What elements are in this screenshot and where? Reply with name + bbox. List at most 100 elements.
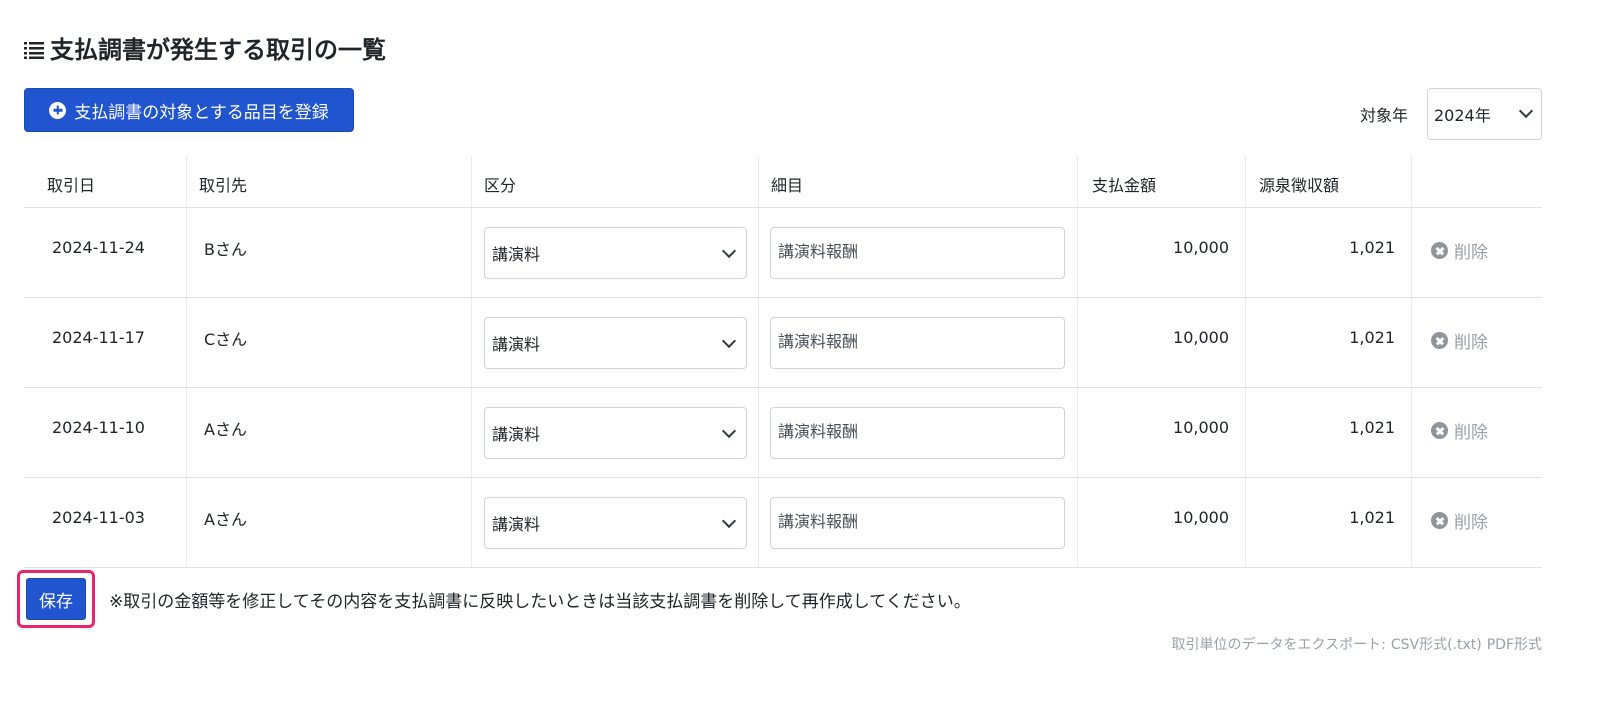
table-row: 2024-11-10 Aさん 講演料 講演料報酬 10,000 1,021 削除 xyxy=(24,388,1542,478)
export-csv-link[interactable]: CSV形式(.txt) xyxy=(1391,634,1482,654)
header-tax-label: 源泉徴収額 xyxy=(1259,176,1340,195)
row-amount: 10,000 xyxy=(1173,238,1229,257)
page-title-text: 支払調書が発生する取引の一覧 xyxy=(50,36,386,64)
export-pdf-link[interactable]: PDF形式 xyxy=(1487,634,1542,654)
row-tax: 1,021 xyxy=(1349,328,1395,347)
delete-button-label: 削除 xyxy=(1454,333,1488,353)
cell-amount: 10,000 xyxy=(1078,478,1246,567)
cell-partner: Aさん xyxy=(187,478,472,567)
kubun-select-value: 講演料 xyxy=(492,515,541,534)
cell-delete: 削除 xyxy=(1412,298,1542,387)
row-partner: Cさん xyxy=(204,330,248,349)
cell-kubun: 講演料 xyxy=(472,388,759,477)
row-tax: 1,021 xyxy=(1349,418,1395,437)
row-amount: 10,000 xyxy=(1173,328,1229,347)
delete-button-label: 削除 xyxy=(1454,243,1488,263)
kubun-select-value: 講演料 xyxy=(492,245,541,264)
register-item-button-label: 支払調書の対象とする品目を登録 xyxy=(74,102,329,123)
cell-saimoku: 講演料報酬 xyxy=(759,388,1078,477)
chevron-down-icon xyxy=(721,513,737,529)
register-item-button[interactable]: 支払調書の対象とする品目を登録 xyxy=(24,88,354,132)
edit-note: ※取引の金額等を修正してその内容を支払調書に反映したいときは当該支払調書を削除し… xyxy=(109,592,971,612)
row-date: 2024-11-03 xyxy=(52,508,145,527)
row-partner: Bさん xyxy=(204,240,247,259)
transactions-table: 取引日 取引先 区分 細目 支払金額 源泉徴収額 2024-11-24 Bさん … xyxy=(24,156,1542,568)
chevron-down-icon xyxy=(721,423,737,439)
save-button[interactable]: 保存 xyxy=(26,578,86,620)
row-amount: 10,000 xyxy=(1173,418,1229,437)
row-amount: 10,000 xyxy=(1173,508,1229,527)
saimoku-input[interactable]: 講演料報酬 xyxy=(770,407,1065,459)
kubun-select[interactable]: 講演料 xyxy=(484,407,747,459)
cell-date: 2024-11-24 xyxy=(24,208,187,297)
export-label: 取引単位のデータをエクスポート: xyxy=(1171,637,1386,653)
cell-kubun: 講演料 xyxy=(472,478,759,567)
cell-partner: Cさん xyxy=(187,298,472,387)
x-circle-icon xyxy=(1431,422,1448,439)
cell-date: 2024-11-10 xyxy=(24,388,187,477)
header-partner-label: 取引先 xyxy=(199,176,248,195)
cell-tax: 1,021 xyxy=(1246,208,1412,297)
row-tax: 1,021 xyxy=(1349,238,1395,257)
x-circle-icon xyxy=(1431,332,1448,349)
table-row: 2024-11-17 Cさん 講演料 講演料報酬 10,000 1,021 削除 xyxy=(24,298,1542,388)
header-date: 取引日 xyxy=(24,156,187,207)
row-partner: Aさん xyxy=(204,420,247,439)
cell-kubun: 講演料 xyxy=(472,208,759,297)
header-partner: 取引先 xyxy=(187,156,472,207)
kubun-select-value: 講演料 xyxy=(492,335,541,354)
delete-button-label: 削除 xyxy=(1454,423,1488,443)
cell-delete: 削除 xyxy=(1412,478,1542,567)
list-icon xyxy=(24,41,44,59)
cell-saimoku: 講演料報酬 xyxy=(759,208,1078,297)
saimoku-input[interactable]: 講演料報酬 xyxy=(770,497,1065,549)
table-row: 2024-11-24 Bさん 講演料 講演料報酬 10,000 1,021 削除 xyxy=(24,208,1542,298)
cell-tax: 1,021 xyxy=(1246,478,1412,567)
cell-date: 2024-11-03 xyxy=(24,478,187,567)
cell-saimoku: 講演料報酬 xyxy=(759,298,1078,387)
x-circle-icon xyxy=(1431,512,1448,529)
kubun-select[interactable]: 講演料 xyxy=(484,227,747,279)
cell-tax: 1,021 xyxy=(1246,388,1412,477)
cell-partner: Aさん xyxy=(187,388,472,477)
cell-amount: 10,000 xyxy=(1078,298,1246,387)
cell-delete: 削除 xyxy=(1412,208,1542,297)
delete-button-label: 削除 xyxy=(1454,513,1488,533)
row-tax: 1,021 xyxy=(1349,508,1395,527)
delete-button[interactable]: 削除 xyxy=(1431,238,1488,263)
delete-button[interactable]: 削除 xyxy=(1431,418,1488,443)
table-header: 取引日 取引先 区分 細目 支払金額 源泉徴収額 xyxy=(24,156,1542,208)
kubun-select[interactable]: 講演料 xyxy=(484,497,747,549)
row-date: 2024-11-24 xyxy=(52,238,145,257)
header-kubun-label: 区分 xyxy=(484,176,517,195)
year-label: 対象年 xyxy=(1360,106,1409,125)
header-tax: 源泉徴収額 xyxy=(1246,156,1412,207)
plus-circle-icon xyxy=(49,101,67,119)
saimoku-input[interactable]: 講演料報酬 xyxy=(770,227,1065,279)
year-select-value: 2024年 xyxy=(1434,106,1491,125)
kubun-select-value: 講演料 xyxy=(492,425,541,444)
header-saimoku: 細目 xyxy=(759,156,1078,207)
header-delete xyxy=(1412,156,1542,207)
header-amount: 支払金額 xyxy=(1078,156,1246,207)
cell-partner: Bさん xyxy=(187,208,472,297)
kubun-select[interactable]: 講演料 xyxy=(484,317,747,369)
cell-kubun: 講演料 xyxy=(472,298,759,387)
cell-amount: 10,000 xyxy=(1078,208,1246,297)
table-row: 2024-11-03 Aさん 講演料 講演料報酬 10,000 1,021 削除 xyxy=(24,478,1542,568)
save-button-highlight: 保存 xyxy=(17,570,95,628)
chevron-down-icon xyxy=(1518,103,1534,119)
chevron-down-icon xyxy=(721,333,737,349)
header-saimoku-label: 細目 xyxy=(771,176,804,195)
export-links: 取引単位のデータをエクスポート: CSV形式(.txt) PDF形式 xyxy=(1172,634,1542,654)
row-date: 2024-11-17 xyxy=(52,328,145,347)
header-date-label: 取引日 xyxy=(47,176,96,195)
cell-amount: 10,000 xyxy=(1078,388,1246,477)
delete-button[interactable]: 削除 xyxy=(1431,508,1488,533)
year-select[interactable]: 2024年 xyxy=(1427,88,1542,140)
row-date: 2024-11-10 xyxy=(52,418,145,437)
chevron-down-icon xyxy=(721,243,737,259)
delete-button[interactable]: 削除 xyxy=(1431,328,1488,353)
cell-delete: 削除 xyxy=(1412,388,1542,477)
saimoku-input[interactable]: 講演料報酬 xyxy=(770,317,1065,369)
